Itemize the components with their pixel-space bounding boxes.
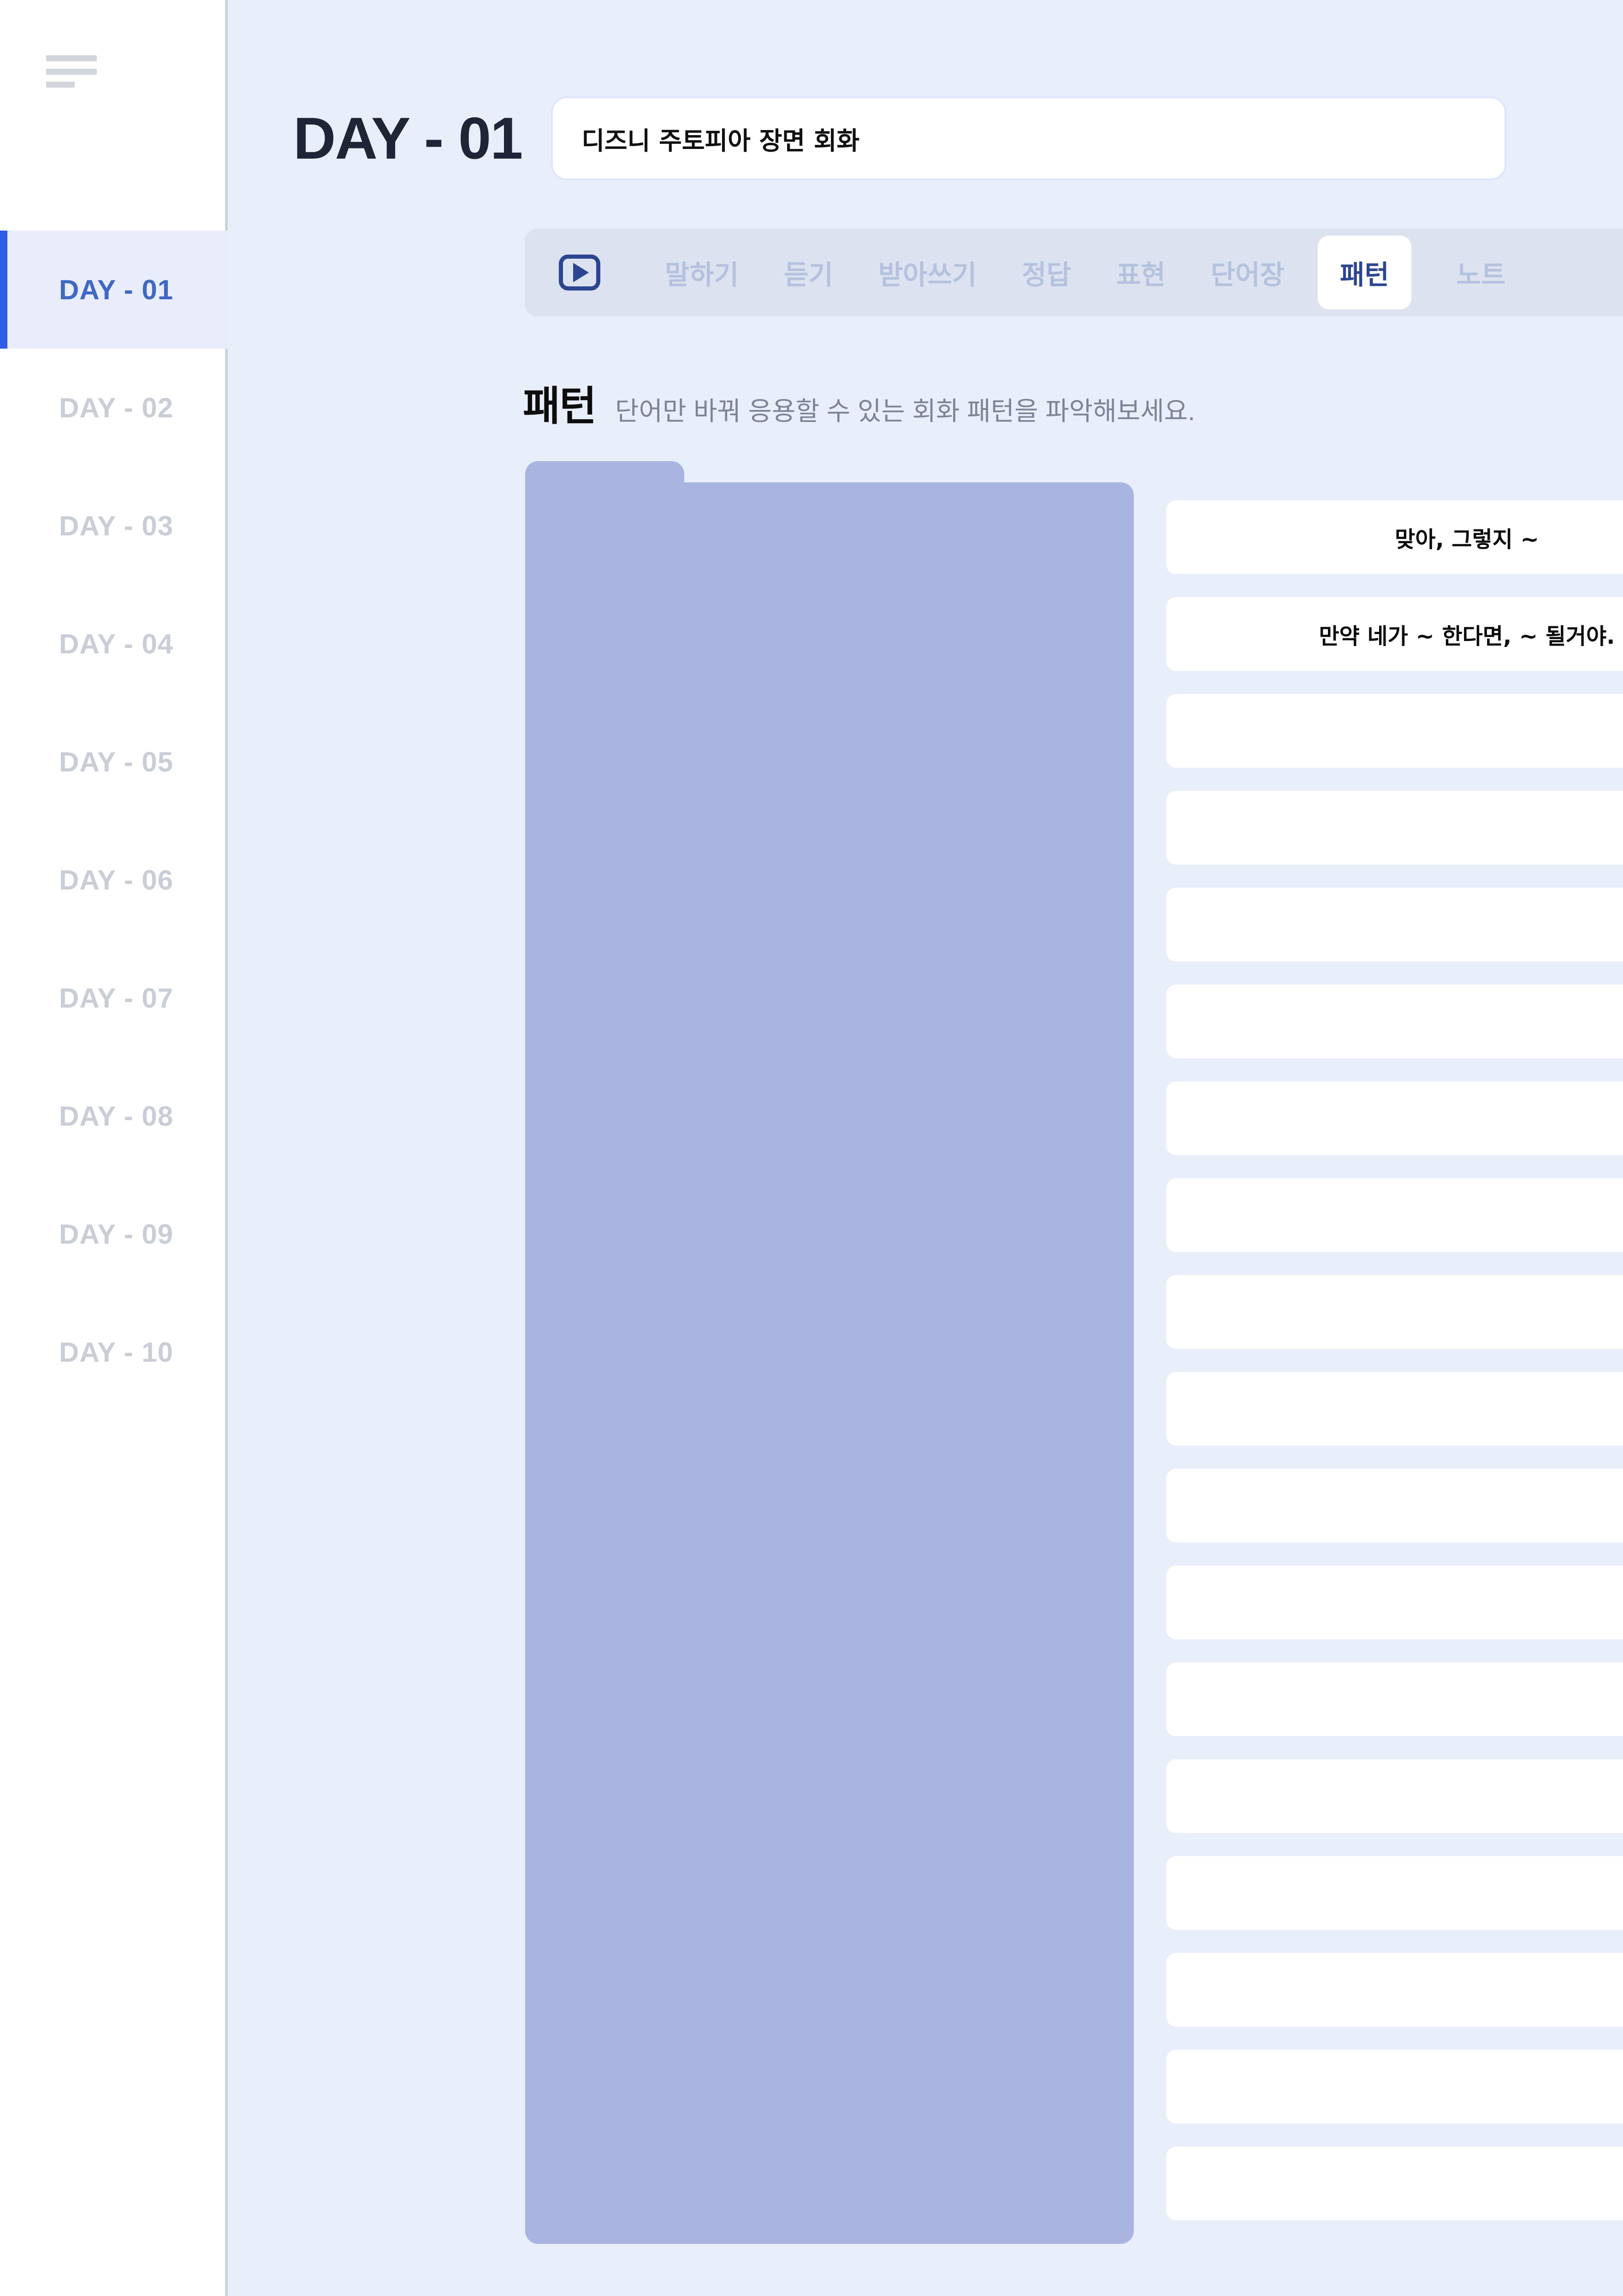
tab-listening[interactable]: 듣기 bbox=[784, 229, 833, 316]
pattern-card[interactable] bbox=[1166, 2147, 1623, 2220]
pattern-card[interactable] bbox=[1166, 694, 1623, 768]
pattern-card[interactable] bbox=[1166, 1469, 1623, 1543]
pattern-card-text: 맞아, 그렇지 ~ bbox=[1395, 527, 1539, 552]
sidebar-item-day-01[interactable]: DAY - 01 bbox=[0, 231, 228, 349]
hamburger-line-3 bbox=[46, 82, 75, 88]
section-header: 패턴 단어만 바꿔 응용할 수 있는 회화 패턴을 파악해보세요. bbox=[523, 374, 1195, 432]
pattern-card-text: 만약 네가 ~ 한다면, ~ 될거야. bbox=[1319, 623, 1615, 649]
pattern-content: 맞아, 그렇지 ~ 만약 네가 ~ 한다면, ~ 될거야. bbox=[523, 461, 1623, 2246]
sidebar: DAY - 01 DAY - 02 DAY - 03 DAY - 04 DAY … bbox=[0, 0, 228, 2296]
sidebar-item-day-10[interactable]: DAY - 10 bbox=[0, 1293, 228, 1411]
pattern-card[interactable] bbox=[1166, 1662, 1623, 1736]
sidebar-item-label: DAY - 06 bbox=[59, 864, 174, 896]
sidebar-item-label: DAY - 08 bbox=[59, 1100, 174, 1132]
app-root: DAY - 01 DAY - 02 DAY - 03 DAY - 04 DAY … bbox=[0, 0, 1623, 2296]
pattern-card-list: 맞아, 그렇지 ~ 만약 네가 ~ 한다면, ~ 될거야. bbox=[1166, 500, 1623, 2243]
tab-vocabulary[interactable]: 단어장 bbox=[1211, 229, 1285, 316]
sidebar-item-label: DAY - 04 bbox=[59, 628, 174, 659]
sidebar-item-day-08[interactable]: DAY - 08 bbox=[0, 1057, 228, 1175]
pattern-card[interactable] bbox=[1166, 1372, 1623, 1446]
sidebar-item-label: DAY - 02 bbox=[59, 392, 174, 423]
pattern-card[interactable] bbox=[1166, 2050, 1623, 2124]
page-title: DAY - 01 bbox=[293, 105, 523, 172]
pattern-card[interactable] bbox=[1166, 985, 1623, 1058]
tab-dictation[interactable]: 받아쓰기 bbox=[878, 229, 977, 316]
sidebar-item-label: DAY - 10 bbox=[59, 1336, 174, 1368]
sidebar-item-label: DAY - 05 bbox=[59, 746, 174, 777]
pattern-card[interactable]: 만약 네가 ~ 한다면, ~ 될거야. bbox=[1166, 597, 1623, 671]
pattern-card[interactable] bbox=[1166, 1759, 1623, 1833]
page-header: DAY - 01 디즈니 주토피아 장면 회화 bbox=[293, 92, 1534, 184]
tab-speaking[interactable]: 말하기 bbox=[665, 229, 739, 316]
lesson-tabbar: 말하기 듣기 받아쓰기 정답 표현 단어장 패턴 노트 bbox=[525, 229, 1623, 316]
pattern-card[interactable] bbox=[1166, 1178, 1623, 1252]
sidebar-item-day-03[interactable]: DAY - 03 bbox=[0, 467, 228, 585]
pattern-card[interactable] bbox=[1166, 1081, 1623, 1155]
play-triangle-icon bbox=[573, 263, 589, 282]
pattern-card[interactable] bbox=[1166, 1275, 1623, 1349]
sidebar-item-label: DAY - 07 bbox=[59, 982, 174, 1014]
tab-pattern[interactable]: 패턴 bbox=[1317, 236, 1411, 309]
sidebar-item-day-02[interactable]: DAY - 02 bbox=[0, 349, 228, 467]
pattern-card[interactable] bbox=[1166, 1953, 1623, 2027]
tab-expression[interactable]: 표현 bbox=[1116, 229, 1166, 316]
sidebar-item-day-06[interactable]: DAY - 06 bbox=[0, 821, 228, 939]
play-video-icon[interactable] bbox=[559, 255, 600, 291]
pattern-card[interactable] bbox=[1166, 888, 1623, 961]
pattern-card[interactable] bbox=[1166, 1566, 1623, 1639]
section-subtitle: 단어만 바꿔 응용할 수 있는 회화 패턴을 파악해보세요. bbox=[615, 397, 1195, 426]
day-navigation: DAY - 01 DAY - 02 DAY - 03 DAY - 04 DAY … bbox=[0, 231, 228, 1411]
hamburger-line-1 bbox=[46, 55, 97, 61]
tab-list: 말하기 듣기 받아쓰기 정답 표현 단어장 패턴 노트 bbox=[600, 229, 1623, 316]
lesson-title-input[interactable]: 디즈니 주토피아 장면 회화 bbox=[551, 96, 1507, 180]
section-title: 패턴 bbox=[523, 382, 597, 430]
pattern-card[interactable] bbox=[1166, 791, 1623, 865]
tab-answer[interactable]: 정답 bbox=[1022, 229, 1071, 316]
pattern-card[interactable] bbox=[1166, 1856, 1623, 1930]
hamburger-icon[interactable] bbox=[46, 55, 101, 88]
sidebar-item-day-04[interactable]: DAY - 04 bbox=[0, 585, 228, 703]
folder-panel bbox=[525, 461, 1134, 2244]
sidebar-item-label: DAY - 03 bbox=[59, 510, 174, 541]
sidebar-item-day-07[interactable]: DAY - 07 bbox=[0, 939, 228, 1057]
sidebar-item-label: DAY - 09 bbox=[59, 1218, 174, 1250]
main-content: DAY - 01 디즈니 주토피아 장면 회화 말하기 듣기 받아쓰기 정답 표… bbox=[228, 0, 1623, 2296]
tab-note[interactable]: 노트 bbox=[1457, 229, 1506, 316]
hamburger-line-2 bbox=[46, 68, 97, 75]
sidebar-item-day-09[interactable]: DAY - 09 bbox=[0, 1175, 228, 1293]
sidebar-item-label: DAY - 01 bbox=[59, 274, 174, 305]
pattern-card[interactable]: 맞아, 그렇지 ~ bbox=[1166, 500, 1623, 574]
folder-body-shape bbox=[525, 482, 1134, 2244]
sidebar-item-day-05[interactable]: DAY - 05 bbox=[0, 703, 228, 821]
